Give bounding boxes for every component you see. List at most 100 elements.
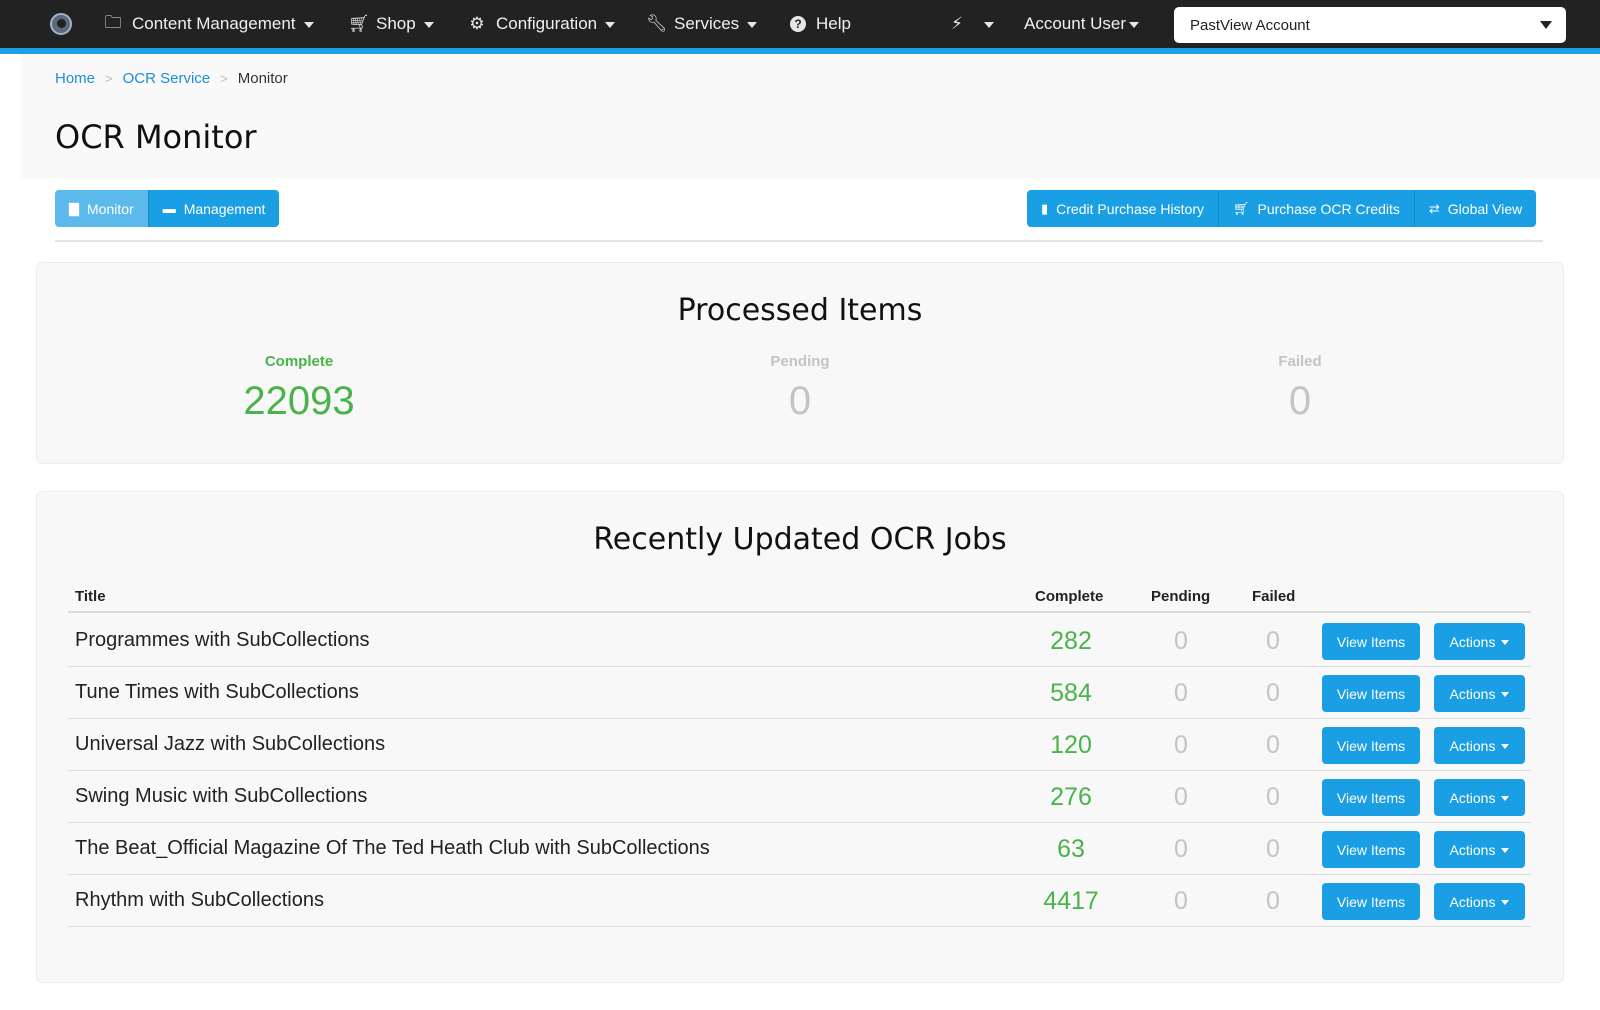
account-select[interactable]: PastView Account <box>1174 7 1566 43</box>
actions-label: Actions <box>1449 789 1496 806</box>
view-items-button[interactable]: View Items <box>1322 883 1420 920</box>
actions-dropdown[interactable]: Actions <box>1434 623 1525 660</box>
view-items-button[interactable]: View Items <box>1322 779 1420 816</box>
stat-value: 22093 <box>243 379 355 423</box>
job-pending: 0 <box>1174 627 1188 655</box>
column-header-complete[interactable]: Complete <box>1035 588 1103 605</box>
stat-value: 0 <box>1288 379 1312 423</box>
actions-label: Actions <box>1449 685 1496 702</box>
processed-items-title: Processed Items <box>677 293 923 328</box>
table-row: The Beat_Official Magazine Of The Ted He… <box>68 823 1531 875</box>
table-row: Swing Music with SubCollections 276 0 0 … <box>68 771 1531 823</box>
button-label: Credit Purchase History <box>1056 200 1204 217</box>
chevron-down-icon <box>1501 796 1510 801</box>
nav-label: Configuration <box>496 14 598 33</box>
actions-dropdown[interactable]: Actions <box>1434 831 1525 868</box>
breadcrumb-home[interactable]: Home <box>55 70 95 87</box>
processed-items-panel: Processed Items Complete 22093 Pending 0… <box>36 262 1564 464</box>
column-header-pending[interactable]: Pending <box>1151 588 1210 605</box>
job-failed: 0 <box>1266 731 1280 759</box>
chevron-down-icon <box>984 22 994 28</box>
view-items-button[interactable]: View Items <box>1322 727 1420 764</box>
recent-jobs-title: Recently Updated OCR Jobs <box>593 522 1007 557</box>
jobs-table-header: Title Complete Pending Failed <box>68 583 1531 613</box>
job-failed: 0 <box>1266 783 1280 811</box>
job-title: The Beat_Official Magazine Of The Ted He… <box>75 837 710 859</box>
folder-icon: ▬ <box>162 201 176 216</box>
cart-icon: 🛒︎ <box>1232 200 1250 216</box>
actions-label: Actions <box>1449 633 1496 650</box>
chevron-down-icon <box>423 22 434 28</box>
nav-services[interactable]: 🔧︎ Services <box>646 0 758 48</box>
table-row: Programmes with SubCollections 282 0 0 V… <box>68 615 1531 667</box>
wrench-icon: 🔧︎ <box>646 14 668 33</box>
nav-quick-actions[interactable]: ⚡︎ <box>948 0 994 48</box>
column-header-failed[interactable]: Failed <box>1252 588 1295 605</box>
gear-icon: ⚙︎ <box>469 14 485 33</box>
job-pending: 0 <box>1174 887 1188 915</box>
global-view-button[interactable]: ⇄ Global View <box>1413 190 1537 227</box>
actions-dropdown[interactable]: Actions <box>1434 675 1525 712</box>
page-title: OCR Monitor <box>55 118 257 156</box>
job-pending: 0 <box>1174 835 1188 863</box>
breadcrumb-ocr-service[interactable]: OCR Service <box>123 70 211 87</box>
nav-account-user[interactable]: Account User <box>1024 0 1140 48</box>
credit-purchase-history-button[interactable]: ▮ Credit Purchase History <box>1027 190 1218 227</box>
chevron-down-icon <box>1540 21 1552 29</box>
actions-dropdown[interactable]: Actions <box>1434 779 1525 816</box>
chevron-down-icon <box>1501 900 1510 905</box>
button-label: Purchase OCR Credits <box>1257 200 1400 217</box>
view-items-button[interactable]: View Items <box>1322 831 1420 868</box>
job-failed: 0 <box>1266 887 1280 915</box>
book-icon: ▮ <box>1041 200 1049 216</box>
job-failed: 0 <box>1266 679 1280 707</box>
job-complete: 276 <box>1050 783 1092 811</box>
purchase-ocr-credits-button[interactable]: 🛒︎ Purchase OCR Credits <box>1217 190 1414 227</box>
view-items-button[interactable]: View Items <box>1322 623 1420 660</box>
view-items-button[interactable]: View Items <box>1322 675 1420 712</box>
job-title: Universal Jazz with SubCollections <box>75 733 386 755</box>
question-icon: ? <box>790 16 806 32</box>
actions-dropdown[interactable]: Actions <box>1434 883 1525 920</box>
chevron-down-icon <box>1501 692 1510 697</box>
job-complete: 4417 <box>1043 887 1099 915</box>
stat-value: 0 <box>788 379 812 423</box>
job-complete: 63 <box>1057 835 1085 863</box>
nav-shop[interactable]: 🛒︎ Shop <box>348 0 434 48</box>
breadcrumb: Home > OCR Service > Monitor <box>55 70 288 87</box>
account-user-label: Account User <box>1024 14 1127 33</box>
job-complete: 120 <box>1050 731 1092 759</box>
header-divider <box>55 240 1543 242</box>
job-failed: 0 <box>1266 835 1280 863</box>
tab-label: Monitor <box>87 200 134 217</box>
folder-icon: 🗀 <box>104 12 122 32</box>
actions-label: Actions <box>1449 737 1496 754</box>
job-complete: 584 <box>1050 679 1092 707</box>
cart-icon: 🛒︎ <box>348 14 370 33</box>
view-tabs: ▇ Monitor ▬ Management <box>55 190 280 227</box>
stat-label: Pending <box>770 353 830 370</box>
bar-chart-icon: ▇ <box>69 200 79 216</box>
button-label: Global View <box>1447 200 1523 217</box>
bolt-icon: ⚡︎ <box>951 14 963 33</box>
breadcrumb-separator: > <box>220 71 228 86</box>
tab-monitor[interactable]: ▇ Monitor <box>55 190 148 227</box>
job-pending: 0 <box>1174 783 1188 811</box>
tab-management[interactable]: ▬ Management <box>147 190 280 227</box>
chevron-down-icon <box>1501 640 1510 645</box>
nav-help[interactable]: ? Help <box>790 0 851 48</box>
nav-label: Help <box>816 14 851 33</box>
logo-icon[interactable] <box>50 13 72 35</box>
nav-label: Services <box>674 14 740 33</box>
job-title: Tune Times with SubCollections <box>75 681 359 703</box>
nav-content-management[interactable]: 🗀 Content Management <box>104 0 314 48</box>
actions-dropdown[interactable]: Actions <box>1434 727 1525 764</box>
job-title: Programmes with SubCollections <box>75 629 370 651</box>
actions-label: Actions <box>1449 893 1496 910</box>
stat-label: Failed <box>1278 353 1322 370</box>
top-navbar: 🗀 Content Management 🛒︎ Shop ⚙︎ Configur… <box>0 0 1600 48</box>
nav-configuration[interactable]: ⚙︎ Configuration <box>468 0 616 48</box>
column-header-title[interactable]: Title <box>75 588 106 605</box>
table-row: Universal Jazz with SubCollections 120 0… <box>68 719 1531 771</box>
job-pending: 0 <box>1174 731 1188 759</box>
